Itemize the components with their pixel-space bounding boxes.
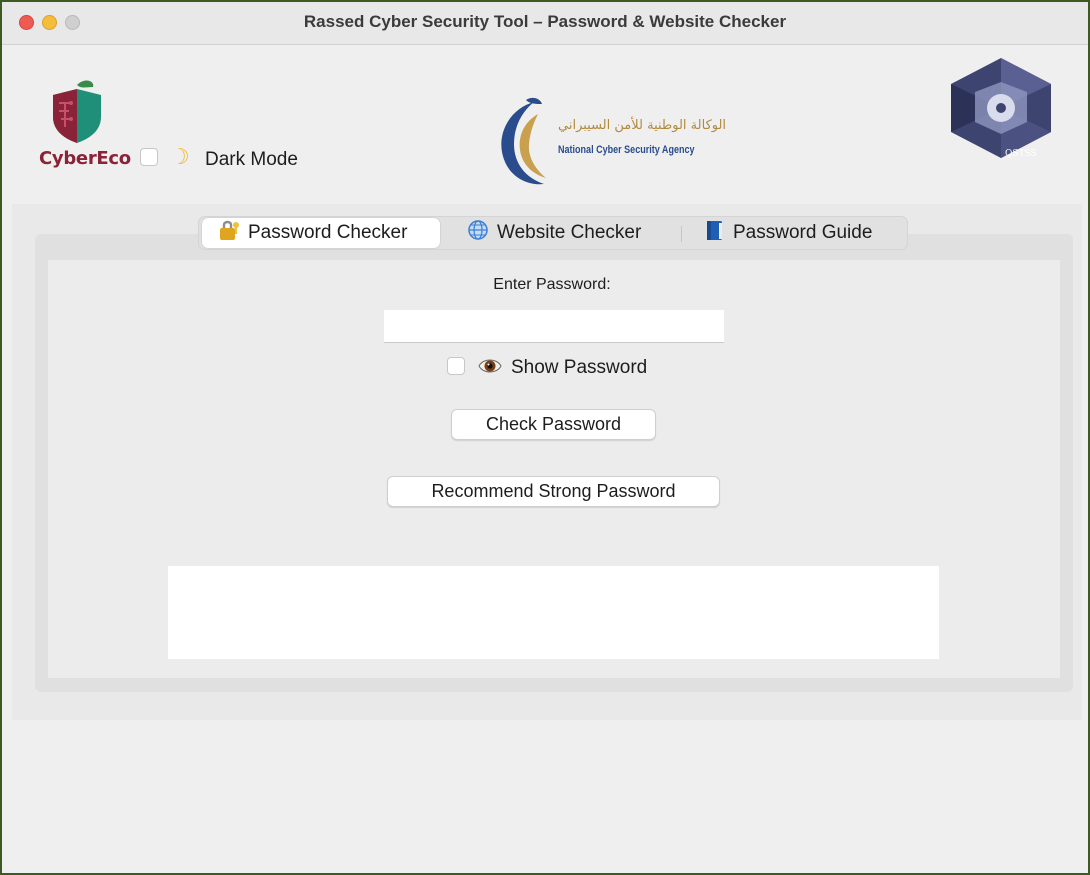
tab-website-checker-label: Website Checker: [497, 222, 642, 243]
show-password-checkbox[interactable]: [447, 357, 465, 375]
ncsa-english-name: National Cyber Security Agency: [558, 144, 695, 156]
window-title: Rassed Cyber Security Tool – Password & …: [303, 12, 787, 31]
eye-icon: [478, 359, 502, 373]
show-password-label: Show Password: [511, 357, 648, 378]
app-window: Rassed Cyber Security Tool – Password & …: [0, 0, 1090, 875]
qstss-logo: QSTSS: [951, 58, 1051, 159]
ncsa-arabic-name: الوكالة الوطنية للأمن السيبراني: [558, 118, 727, 133]
tab-website-checker[interactable]: Website Checker: [467, 218, 641, 248]
check-password-button[interactable]: Check Password: [451, 409, 656, 440]
tab-password-checker[interactable]: Password Checker: [202, 218, 440, 248]
tab-password-guide[interactable]: Password Guide: [705, 218, 872, 248]
moon-icon: ☽: [170, 144, 190, 169]
qstss-logo-text: QSTSS: [1005, 149, 1037, 159]
ncsa-logo: [501, 97, 546, 185]
cybereco-logo-text: CyberEco: [39, 148, 131, 169]
tab-separator: [681, 226, 682, 242]
book-icon: [705, 219, 725, 251]
title-bar: Rassed Cyber Security Tool – Password & …: [2, 2, 1088, 45]
password-input[interactable]: [384, 310, 724, 343]
enter-password-label: Enter Password:: [493, 276, 611, 293]
recommend-strong-password-button[interactable]: Recommend Strong Password: [387, 476, 720, 507]
tab-password-guide-label: Password Guide: [733, 222, 873, 243]
dark-mode-checkbox[interactable]: [140, 148, 158, 166]
dark-mode-label: Dark Mode: [205, 149, 298, 170]
globe-icon: [467, 219, 489, 251]
tab-password-checker-label: Password Checker: [248, 222, 408, 243]
result-output-box: [168, 566, 939, 659]
cybereco-logo: [53, 80, 101, 143]
lock-icon: [218, 219, 240, 251]
tab-bar: Password Checker Website Checker Passwor…: [198, 216, 908, 250]
